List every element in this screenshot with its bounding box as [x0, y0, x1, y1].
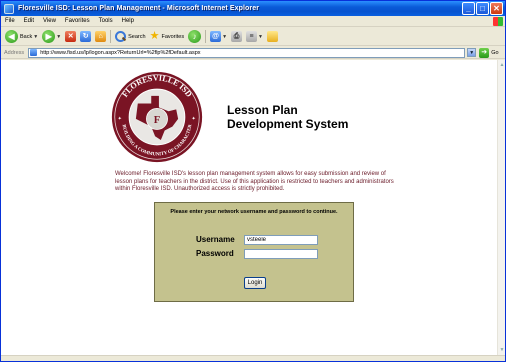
page-title-line2: Development System — [227, 117, 349, 131]
username-input[interactable] — [244, 235, 318, 245]
ie-icon — [4, 3, 14, 14]
page-title-line1: Lesson Plan — [227, 103, 298, 117]
toolbar-separator — [205, 30, 207, 43]
home-icon: ⌂ — [95, 31, 107, 42]
home-button[interactable]: ⌂ — [95, 31, 107, 42]
login-prompt: Please enter your network username and p… — [170, 209, 338, 215]
edit-page-icon: ≡ — [246, 31, 258, 42]
address-bar: Address http://www.fisd.us/lp/logon.aspx… — [1, 47, 505, 59]
refresh-button[interactable]: ↻ — [80, 31, 92, 42]
search-label: Search — [128, 33, 146, 40]
go-button[interactable]: ➜ Go — [479, 47, 499, 58]
favorites-label: Favorites — [161, 33, 185, 40]
login-panel: Please enter your network username and p… — [154, 202, 354, 302]
status-bar — [1, 355, 505, 361]
login-button[interactable]: Login — [244, 277, 266, 289]
menu-favorites[interactable]: Favorites — [61, 18, 95, 24]
refresh-icon: ↻ — [80, 31, 92, 42]
scroll-up-icon[interactable]: ▲ — [498, 61, 505, 69]
forward-dropdown-icon: ▼ — [56, 33, 62, 40]
windows-flag-icon — [493, 17, 503, 26]
floresville-isd-logo: F FLORESVILLE ISD BUILDING A COMMUNITY O… — [111, 71, 203, 163]
logo-star-left-icon: ✦ — [118, 116, 122, 122]
address-url: http://www.fisd.us/lp/logon.aspx?ReturnU… — [40, 49, 201, 56]
back-label: Back — [20, 33, 33, 40]
stop-icon: ✕ — [65, 31, 77, 42]
address-input[interactable]: http://www.fisd.us/lp/logon.aspx?ReturnU… — [28, 47, 466, 58]
browser-window: Floresville ISD: Lesson Plan Management … — [0, 0, 506, 362]
print-icon: ⎙ — [231, 31, 243, 42]
window-title: Floresville ISD: Lesson Plan Management … — [18, 5, 260, 12]
menu-tools[interactable]: Tools — [95, 18, 118, 24]
close-button[interactable]: ✕ — [490, 2, 503, 15]
password-input[interactable] — [244, 249, 318, 259]
media-icon: ♪ — [188, 30, 202, 43]
mail-dropdown-icon: ▼ — [222, 33, 228, 40]
address-label: Address — [4, 49, 25, 56]
logo-star-right-icon: ✦ — [192, 116, 196, 122]
media-button[interactable]: ♪ — [188, 30, 202, 43]
minimize-button[interactable]: _ — [462, 2, 475, 15]
menu-edit[interactable]: Edit — [20, 18, 39, 24]
menu-file[interactable]: File — [1, 18, 20, 24]
page-icon — [30, 49, 38, 56]
forward-arrow-icon: ▶ — [42, 30, 56, 43]
back-arrow-icon: ◀ — [5, 30, 18, 43]
back-dropdown-icon: ▼ — [33, 33, 39, 40]
go-label: Go — [491, 49, 499, 56]
toolbar-separator — [110, 30, 112, 43]
maximize-button[interactable]: □ — [476, 2, 489, 15]
address-dropdown-icon[interactable]: ▼ — [467, 48, 477, 57]
mail-button[interactable]: @ ▼ — [210, 31, 227, 42]
window-controls: _ □ ✕ — [462, 2, 503, 15]
stop-button[interactable]: ✕ — [65, 31, 77, 42]
vertical-scrollbar[interactable]: ▲ ▼ — [497, 60, 505, 355]
edit-button[interactable]: ≡ ▼ — [246, 31, 263, 42]
scroll-down-icon[interactable]: ▼ — [498, 346, 505, 354]
password-label: Password — [196, 249, 234, 258]
edit-dropdown-icon: ▼ — [258, 33, 263, 40]
menu-help[interactable]: Help — [118, 18, 139, 24]
back-button[interactable]: ◀ Back ▼ — [5, 30, 38, 43]
favorites-button[interactable]: ★ Favorites — [150, 31, 185, 42]
logo-letter: F — [154, 115, 160, 126]
search-button[interactable]: Search — [115, 31, 146, 42]
username-label: Username — [196, 235, 235, 244]
page-content: F FLORESVILLE ISD BUILDING A COMMUNITY O… — [1, 60, 497, 355]
forward-button[interactable]: ▶ ▼ — [42, 30, 61, 43]
welcome-message: Welcome! Floresville ISD's lesson plan m… — [115, 171, 394, 192]
folder-icon — [266, 31, 278, 42]
print-button[interactable]: ⎙ — [231, 31, 243, 42]
search-icon — [115, 31, 127, 42]
folder-button[interactable] — [266, 31, 278, 42]
page-title: Lesson Plan Development System — [227, 103, 348, 131]
favorites-star-icon: ★ — [149, 30, 160, 42]
go-arrow-icon: ➜ — [479, 47, 490, 58]
menu-bar: File Edit View Favorites Tools Help — [1, 16, 505, 27]
mail-icon: @ — [210, 31, 222, 42]
menu-view[interactable]: View — [39, 18, 61, 24]
toolbar: ◀ Back ▼ ▶ ▼ ✕ ↻ ⌂ Search ★ Favorites ♪ — [1, 28, 505, 46]
title-bar: Floresville ISD: Lesson Plan Management … — [1, 1, 505, 16]
